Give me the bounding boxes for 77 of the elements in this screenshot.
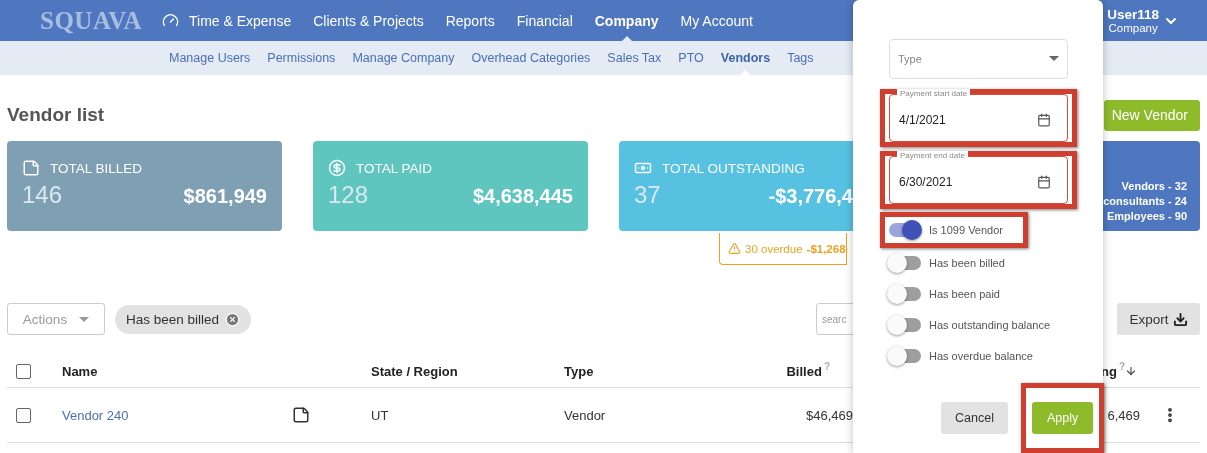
overdue-count: 30 overdue (745, 242, 803, 255)
dollar-icon (328, 159, 346, 177)
export-button[interactable]: Export (1117, 303, 1200, 335)
table-cell: 6,469 (1107, 407, 1140, 423)
card-amount: $4,638,445 (472, 185, 573, 208)
caret-down-icon (79, 316, 90, 322)
card-amount: $861,949 (183, 185, 267, 208)
toggle-switch[interactable] (889, 256, 921, 271)
breakdown-line: consultants - 24 (1103, 194, 1187, 209)
subnav-tab[interactable]: Tags (787, 41, 814, 75)
type-select[interactable]: Type (889, 39, 1068, 79)
calendar-icon[interactable] (1037, 112, 1051, 127)
column-header[interactable]: State / Region (371, 363, 458, 379)
search-field[interactable]: searc (816, 303, 856, 335)
logo[interactable]: SQUAVA (40, 6, 162, 35)
subnav-tab[interactable]: Permissions (267, 41, 336, 75)
caret-down-icon (1049, 56, 1059, 62)
toggle-label: Has overdue balance (929, 349, 1033, 362)
download-icon (1172, 311, 1188, 327)
sort-arrow-icon[interactable] (1125, 365, 1137, 377)
overdue-amount: -$1,268 (806, 242, 846, 255)
table-cell: Vendor (564, 407, 606, 423)
subnav-tab[interactable]: Vendors (720, 41, 771, 75)
calendar-icon[interactable] (1037, 174, 1051, 189)
filter-chip[interactable]: Has been billed (115, 304, 252, 334)
checkbox[interactable] (16, 407, 31, 423)
toggle-switch[interactable] (889, 317, 921, 332)
subnav-tab[interactable]: Overhead Categories (471, 41, 591, 75)
cancel-button[interactable]: Cancel (941, 402, 1008, 434)
card-count: 128 (328, 181, 369, 209)
column-header[interactable]: Billed (786, 363, 822, 379)
toggle-switch[interactable] (889, 287, 921, 301)
warning-icon (728, 242, 741, 255)
subnav-tab[interactable]: PTO (678, 41, 704, 75)
toggle-label: Has outstanding balance (929, 318, 1051, 331)
breakdown-line: Employees - 90 (1106, 209, 1187, 224)
column-header[interactable]: Name (62, 363, 98, 379)
card-title: TOTAL PAID (356, 160, 433, 176)
column-header[interactable]: Type (564, 363, 594, 379)
subnav-tab[interactable]: Sales Tax (607, 41, 662, 75)
apply-button[interactable]: Apply (1031, 402, 1094, 434)
remove-icon[interactable] (225, 311, 241, 327)
actions-dropdown[interactable]: Actions (7, 303, 105, 335)
nav-tab[interactable]: My Account (680, 0, 753, 41)
note-icon[interactable] (292, 406, 310, 424)
toggle-label: Has been paid (929, 288, 1000, 300)
toggle-label: Is 1099 Vendor (929, 223, 1003, 236)
toggle-label: Has been billed (929, 257, 1005, 270)
user-role: Company (1108, 22, 1158, 34)
toggle-switch[interactable] (889, 348, 921, 363)
overdue-notice[interactable]: 30 overdue -$1,268 (719, 233, 847, 265)
nav-tab[interactable]: Time & Expense (189, 0, 292, 41)
subnav-tab[interactable]: Manage Company (352, 41, 455, 75)
vendor-link[interactable]: Vendor 240 (62, 407, 129, 423)
card-amount: -$3,776,4 (768, 185, 853, 208)
checkbox[interactable] (16, 363, 31, 379)
new-vendor-button[interactable]: New Vendor (1104, 99, 1200, 131)
breakdown-line: Vendors - 32 (1121, 179, 1187, 194)
chip-label: Has been billed (126, 311, 220, 327)
user-name[interactable]: User118 (1107, 7, 1159, 22)
toggle-switch[interactable] (889, 222, 921, 237)
nav-tab[interactable]: Reports (445, 0, 495, 41)
table-cell: UT (371, 407, 389, 423)
help-mark[interactable]: ? (1118, 361, 1125, 372)
card-title: TOTAL OUTSTANDING (662, 160, 805, 176)
gauge-icon[interactable] (162, 12, 179, 29)
nav-tab[interactable]: Clients & Projects (313, 0, 424, 41)
note-icon (22, 159, 40, 177)
table-cell: $46,469 (806, 407, 853, 423)
nav-tab[interactable]: Financial (516, 0, 573, 41)
page-title: Vendor list (7, 104, 105, 126)
subnav-tab[interactable]: Manage Users (169, 41, 251, 75)
card-count: 37 (634, 181, 661, 209)
card-title: TOTAL BILLED (50, 160, 143, 176)
help-mark[interactable]: ? (823, 361, 830, 372)
nav-tab[interactable]: Company (594, 0, 659, 41)
card-count: 146 (22, 181, 63, 209)
